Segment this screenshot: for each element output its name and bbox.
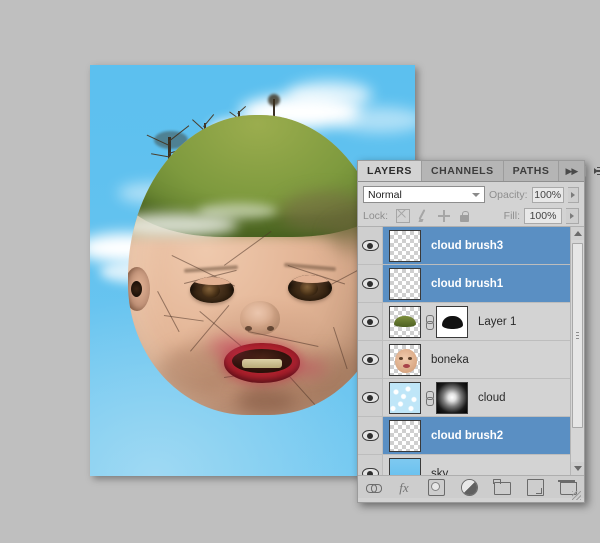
lock-image-pixels-icon[interactable]	[418, 210, 430, 222]
layer-list-scrollbar[interactable]	[570, 227, 584, 475]
layer-thumbnail[interactable]	[389, 305, 421, 338]
layer-row[interactable]: sky	[358, 455, 584, 475]
doll-nose-render	[240, 301, 280, 335]
opacity-label: Opacity:	[489, 188, 528, 201]
layer-row[interactable]: cloud brush3	[358, 227, 584, 265]
layer-thumbnail[interactable]	[389, 229, 421, 262]
cloud-render	[198, 203, 278, 219]
doll-eye-left-render	[190, 277, 234, 303]
layer-mask-thumbnail[interactable]	[436, 305, 468, 338]
layer-thumbnail[interactable]	[389, 419, 421, 452]
mask-link-icon[interactable]	[424, 390, 434, 406]
eye-icon[interactable]	[361, 392, 379, 403]
layer-visibility-toggle[interactable]	[358, 227, 383, 264]
lock-position-icon[interactable]	[438, 209, 451, 222]
resize-grip-icon[interactable]	[572, 491, 581, 500]
layer-visibility-toggle[interactable]	[358, 379, 383, 416]
layer-name[interactable]: cloud brush3	[431, 240, 503, 252]
tab-channels[interactable]: CHANNELS	[421, 161, 504, 181]
layer-list[interactable]: cloud brush3 cloud brush1 Layer 1 boneka…	[358, 226, 584, 475]
tab-paths[interactable]: PATHS	[503, 161, 560, 181]
moss-streak-thumb-art	[394, 315, 416, 327]
double-chevron-right-icon[interactable]: ▶▶	[565, 166, 578, 177]
mask-blob-art	[442, 315, 463, 329]
mask-link-icon[interactable]	[424, 314, 434, 330]
chin-shade	[236, 387, 296, 413]
lip-smear	[210, 339, 246, 355]
scrollbar-thumb[interactable]	[572, 243, 583, 428]
layer-row[interactable]: boneka	[358, 341, 584, 379]
layer-name[interactable]: Layer 1	[478, 316, 516, 328]
layer-thumbnail[interactable]	[389, 381, 421, 414]
eye-icon[interactable]	[361, 278, 379, 289]
layers-panel[interactable]: LAYERS CHANNELS PATHS ▶▶ | Normal Opacit…	[357, 160, 600, 503]
layer-thumbnail[interactable]	[389, 343, 421, 376]
doll-head-composite	[128, 94, 388, 445]
blend-mode-row[interactable]: Normal Opacity: 100%	[358, 182, 584, 205]
fill-stepper[interactable]	[566, 207, 579, 224]
layer-styles-fx-icon[interactable]: fx	[397, 480, 412, 495]
layer-name[interactable]: boneka	[431, 354, 469, 366]
layer-thumbnail[interactable]	[389, 267, 421, 300]
layer-row[interactable]: cloud	[358, 379, 584, 417]
layer-visibility-toggle[interactable]	[358, 455, 383, 475]
layer-name[interactable]: cloud	[478, 392, 506, 404]
layer-thumbnail[interactable]	[389, 457, 421, 475]
layers-panel-toolbar[interactable]: fx	[358, 475, 584, 500]
link-layers-icon[interactable]	[365, 480, 382, 495]
opacity-stepper[interactable]	[567, 186, 579, 203]
fill-label: Fill:	[503, 209, 520, 222]
crack-line	[157, 291, 180, 333]
panel-menu-icon[interactable]	[594, 166, 600, 176]
layer-name[interactable]: sky	[431, 468, 448, 476]
scroll-up-arrow-icon[interactable]	[571, 227, 584, 240]
new-adjustment-layer-icon[interactable]	[460, 478, 478, 496]
eye-icon[interactable]	[361, 354, 379, 365]
new-layer-icon[interactable]	[526, 478, 544, 496]
add-layer-mask-icon[interactable]	[427, 478, 445, 496]
eye-icon[interactable]	[361, 468, 379, 475]
chevron-down-icon[interactable]	[472, 192, 480, 197]
layer-visibility-toggle[interactable]	[358, 417, 383, 454]
scroll-down-arrow-icon[interactable]	[571, 462, 584, 475]
eye-icon[interactable]	[361, 430, 379, 441]
panel-tab-bar[interactable]: LAYERS CHANNELS PATHS ▶▶ |	[358, 161, 600, 182]
panel-tab-controls: ▶▶ |	[559, 161, 600, 181]
opacity-input[interactable]: 100%	[531, 186, 564, 203]
crack-line	[163, 315, 204, 322]
doll-brow-render	[283, 262, 337, 272]
layer-name[interactable]: cloud brush2	[431, 430, 503, 442]
layer-visibility-toggle[interactable]	[358, 265, 383, 302]
doll-eye-right-render	[288, 275, 332, 301]
layer-visibility-toggle[interactable]	[358, 341, 383, 378]
layer-visibility-toggle[interactable]	[358, 303, 383, 340]
doll-head-render	[128, 115, 388, 415]
eye-icon[interactable]	[361, 316, 379, 327]
lip-smear	[292, 361, 326, 375]
layer-row[interactable]: Layer 1	[358, 303, 584, 341]
doll-ear-render	[128, 267, 150, 311]
blend-mode-select[interactable]: Normal	[363, 186, 485, 203]
layer-mask-thumbnail[interactable]	[436, 381, 468, 414]
layer-row[interactable]: cloud brush2	[358, 417, 584, 455]
layer-row[interactable]: cloud brush1	[358, 265, 584, 303]
lock-transparent-pixels-icon[interactable]	[396, 208, 411, 223]
new-group-folder-icon[interactable]	[492, 478, 511, 495]
blend-mode-value: Normal	[368, 188, 402, 201]
lock-row[interactable]: Lock: Fill: 100%	[358, 205, 584, 226]
tab-layers[interactable]: LAYERS	[358, 161, 422, 181]
lock-all-icon[interactable]	[458, 210, 470, 222]
cloud-render	[286, 81, 372, 109]
eye-icon[interactable]	[361, 240, 379, 251]
fill-input[interactable]: 100%	[524, 207, 562, 224]
layer-name[interactable]: cloud brush1	[431, 278, 503, 290]
lock-icon-group	[396, 208, 470, 223]
lock-label: Lock:	[363, 209, 389, 222]
doll-face-thumb-art	[395, 348, 417, 373]
